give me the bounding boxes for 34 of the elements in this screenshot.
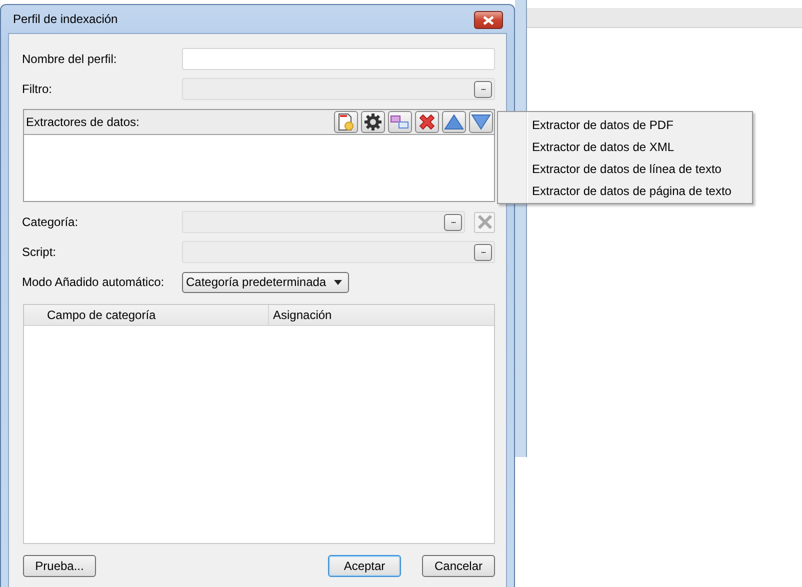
- link-button[interactable]: [388, 111, 412, 133]
- close-button[interactable]: [474, 11, 503, 29]
- settings-button[interactable]: [361, 111, 385, 133]
- dropdown[interactable]: Categoría predeterminada: [182, 272, 350, 292]
- field-label: Nombre del perfil:: [22, 52, 118, 66]
- gear-icon: [364, 113, 382, 131]
- caret-icon: [334, 280, 342, 284]
- dialog-button[interactable]: Cancelar: [422, 554, 495, 576]
- panel-title: Extractores de datos:: [26, 115, 140, 129]
- field-label: Script:: [22, 245, 58, 259]
- close-icon: [478, 215, 492, 229]
- delete-icon: [418, 113, 436, 131]
- window-title: Perfil de indexación: [13, 12, 118, 26]
- field-label: Filtro:: [22, 82, 53, 96]
- menu-item[interactable]: Extractor de datos de página de texto: [528, 180, 750, 202]
- column-header[interactable]: Asignación: [268, 305, 494, 325]
- field-label: Modo Añadido automático:: [22, 275, 166, 289]
- down-arrow-icon: [471, 114, 491, 130]
- delete-button[interactable]: [415, 111, 439, 133]
- field-label: Categoría:: [22, 215, 80, 229]
- new-document-icon: [338, 113, 354, 131]
- menu-item[interactable]: Extractor de datos de línea de texto: [528, 158, 750, 180]
- menu-item[interactable]: Extractor de datos de XML: [528, 136, 750, 158]
- dialog-button[interactable]: Aceptar: [328, 554, 401, 576]
- new-button[interactable]: [334, 111, 358, 133]
- column-header[interactable]: Campo de categoría: [24, 305, 268, 325]
- menu-item[interactable]: Extractor de datos de PDF: [528, 114, 750, 136]
- dialog-button[interactable]: Prueba...: [23, 554, 96, 576]
- linked-boxes-icon: [390, 114, 410, 130]
- up-arrow-icon: [444, 114, 464, 130]
- input-field[interactable]: [182, 48, 495, 70]
- move-up-button[interactable]: [442, 111, 466, 133]
- move-down-button[interactable]: [469, 111, 493, 133]
- close-icon: [483, 16, 494, 24]
